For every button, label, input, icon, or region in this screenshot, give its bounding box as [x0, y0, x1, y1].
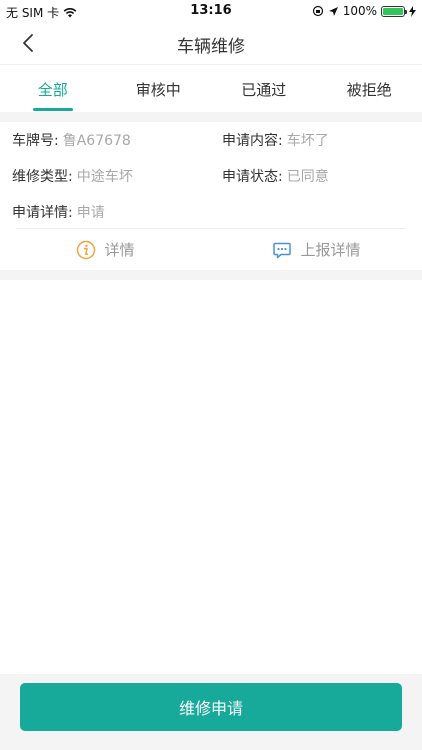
detail-field: 申请详情: 申请: [12, 202, 105, 222]
card-actions: 详情 上报详情: [0, 229, 422, 270]
content-label: 申请内容:: [222, 133, 283, 149]
repair-apply-button[interactable]: 维修申请: [20, 683, 402, 731]
plate-field: 车牌号: 鲁A67678: [12, 130, 131, 150]
record-list-area: [0, 280, 422, 674]
detail-label: 申请详情:: [12, 205, 73, 221]
content-value: 车坏了: [286, 133, 329, 149]
detail-value: 申请: [76, 205, 105, 221]
type-label: 维修类型:: [12, 169, 73, 185]
status-label: 申请状态:: [222, 169, 283, 185]
status-tabs: 全部 审核中 已通过 被拒绝: [0, 64, 422, 112]
battery-fill: [383, 7, 403, 15]
detail-button-label: 详情: [104, 241, 135, 259]
status-field: 申请状态: 已同意: [222, 166, 329, 186]
report-detail-button[interactable]: 上报详情: [211, 229, 422, 270]
page-title: 车辆维修: [177, 37, 245, 57]
type-value: 中途车坏: [76, 169, 133, 185]
battery-icon: [381, 5, 407, 17]
repair-record-card: 车牌号: 鲁A67678 申请内容: 车坏了 维修类型: 中途车坏 申请状态: 已同意 …: [0, 122, 422, 270]
tab-reviewing[interactable]: 审核中: [106, 65, 212, 112]
type-field: 维修类型: 中途车坏: [12, 166, 133, 186]
status-bar: 无 SIM 卡 13:16 100%: [0, 0, 422, 22]
record-row-2: 维修类型: 中途车坏 申请状态: 已同意: [12, 166, 410, 186]
location-icon: [328, 6, 338, 16]
plate-value: 鲁A67678: [62, 133, 131, 149]
report-detail-button-label: 上报详情: [300, 241, 361, 259]
footer: 维修申请: [0, 674, 422, 750]
charging-icon: [409, 5, 416, 17]
plate-label: 车牌号:: [12, 133, 59, 149]
info-icon: [77, 240, 96, 259]
orientation-lock-icon: [312, 5, 323, 17]
nav-bar: 车辆维修: [0, 22, 422, 64]
status-value: 已同意: [286, 169, 329, 185]
record-row-1: 车牌号: 鲁A67678 申请内容: 车坏了: [12, 130, 410, 150]
tab-rejected[interactable]: 被拒绝: [317, 65, 422, 112]
status-right: 100%: [312, 4, 416, 18]
tab-all[interactable]: 全部: [0, 65, 106, 112]
detail-button[interactable]: 详情: [0, 229, 211, 270]
content-field: 申请内容: 车坏了: [222, 130, 329, 150]
message-icon: [273, 242, 292, 258]
battery-percent: 100%: [342, 4, 377, 18]
record-row-3: 申请详情: 申请: [12, 202, 410, 222]
tab-approved[interactable]: 已通过: [211, 65, 317, 112]
